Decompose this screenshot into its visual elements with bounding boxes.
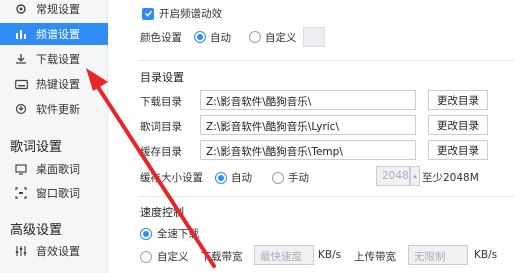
custom-speed-row: 自定义 下载带宽 — [140, 249, 243, 264]
lyric-dir-label-wrap: 歌词目录 — [140, 119, 182, 134]
sidebar-item-spectrum[interactable]: 频谱设置 — [0, 23, 108, 45]
change-download-dir-button[interactable]: 更改目录 — [428, 90, 488, 110]
cache-size-auto-radio[interactable] — [215, 171, 227, 184]
cache-size-spinner[interactable]: ▴ — [410, 166, 420, 186]
upload-bandwidth-input[interactable]: 无限制 — [408, 245, 468, 265]
download-bandwidth-label: 下载带宽 — [200, 251, 243, 263]
cache-size-row: 缓存大小设置 自动 手动 — [140, 170, 309, 185]
lyric-dir-label: 歌词目录 — [140, 121, 182, 133]
color-setting-label: 颜色设置 — [140, 31, 182, 44]
cache-size-auto-label: 自动 — [231, 172, 252, 184]
section-divider — [138, 60, 515, 61]
desktop-lyrics-icon — [14, 162, 28, 176]
keyboard-icon — [14, 77, 28, 91]
upload-bandwidth-label-wrap: 上传带宽 — [354, 249, 396, 264]
sidebar-item-label: 窗口歌词 — [36, 187, 80, 200]
color-setting-row: 颜色设置 自动 自定义 — [140, 27, 325, 47]
window-lyrics-icon — [14, 186, 28, 200]
color-swatch[interactable] — [302, 27, 325, 47]
color-auto-label: 自动 — [210, 31, 231, 44]
sidebar-item-update[interactable]: 软件更新 — [0, 98, 108, 120]
change-cache-dir-button[interactable]: 更改目录 — [428, 140, 488, 160]
sidebar-item-desktop-lyrics[interactable]: 桌面歌词 — [0, 158, 108, 180]
spinner-arrows-icon: ▴ — [413, 172, 417, 180]
color-custom-radio[interactable] — [249, 31, 261, 43]
color-auto-radio[interactable] — [194, 31, 206, 43]
gear-icon — [14, 2, 28, 16]
color-custom-label: 自定义 — [265, 31, 297, 44]
spectrum-icon — [14, 27, 28, 41]
enable-spectrum-label: 开启频谱动效 — [159, 8, 222, 20]
sidebar-item-label: 常规设置 — [36, 3, 80, 16]
equalizer-icon — [14, 244, 28, 258]
sidebar-item-download[interactable]: 下载设置 — [0, 48, 108, 70]
sidebar-item-label: 频谱设置 — [36, 28, 80, 41]
download-icon — [14, 52, 28, 66]
enable-spectrum-row: 开启频谱动效 — [142, 6, 222, 21]
full-speed-radio[interactable] — [140, 227, 152, 240]
full-speed-label: 全速下载 — [157, 228, 199, 240]
cache-size-manual-radio[interactable] — [272, 171, 284, 184]
download-bandwidth-unit: KB/s — [318, 249, 342, 261]
sidebar-item-sound-effects[interactable]: 音效设置 — [0, 240, 108, 262]
download-bandwidth-input[interactable]: 最快速度 — [254, 245, 314, 265]
full-speed-row: 全速下载 — [140, 226, 199, 241]
sidebar-item-label: 软件更新 — [36, 103, 80, 116]
sidebar-item-hotkey[interactable]: 热键设置 — [0, 73, 108, 95]
directory-section-title: 目录设置 — [140, 71, 184, 84]
settings-sidebar: 常规设置 频谱设置 下载设置 热键设置 软件更新 歌词设置 桌面歌词 窗口歌词 … — [0, 0, 108, 273]
cache-size-manual-label: 手动 — [288, 172, 309, 184]
sidebar-item-label: 音效设置 — [36, 245, 80, 258]
cache-dir-label-wrap: 缓存目录 — [140, 144, 182, 159]
change-lyric-dir-button[interactable]: 更改目录 — [428, 115, 488, 135]
sidebar-item-label: 热键设置 — [36, 78, 80, 91]
cache-dir-input[interactable]: Z:\影音软件\酷狗音乐\Temp\ — [200, 140, 416, 160]
sidebar-item-label: 下载设置 — [36, 53, 80, 66]
cache-size-label: 缓存大小设置 — [140, 172, 203, 184]
download-dir-label: 下载目录 — [140, 96, 182, 108]
download-dir-input[interactable]: Z:\影音软件\酷狗音乐\ — [200, 90, 416, 110]
cache-dir-label: 缓存目录 — [140, 146, 182, 158]
sidebar-item-window-lyrics[interactable]: 窗口歌词 — [0, 182, 108, 204]
custom-speed-radio[interactable] — [140, 250, 152, 263]
sidebar-item-general[interactable]: 常规设置 — [0, 0, 108, 20]
kbs-wrap-1: KB/s — [318, 249, 341, 261]
section-title-advanced: 高级设置 — [10, 223, 63, 238]
sidebar-item-label: 桌面歌词 — [36, 163, 80, 176]
cache-size-input[interactable]: 2048 — [376, 166, 410, 186]
cache-size-hint-wrap: 至少2048M — [422, 170, 479, 185]
lyric-dir-input[interactable]: Z:\影音软件\酷狗音乐\Lyric\ — [200, 115, 416, 135]
download-dir-label-wrap: 下载目录 — [140, 94, 182, 109]
speed-section-title: 速度控制 — [140, 206, 184, 219]
cache-size-hint: 至少2048M — [422, 172, 479, 184]
kbs-wrap-2: KB/s — [474, 249, 497, 261]
enable-spectrum-checkbox[interactable] — [142, 7, 154, 20]
section-title-lyrics: 歌词设置 — [10, 140, 63, 155]
upload-bandwidth-label: 上传带宽 — [354, 251, 396, 263]
custom-speed-label: 自定义 — [157, 251, 189, 263]
update-icon — [14, 102, 28, 116]
section-divider — [138, 196, 515, 197]
upload-bandwidth-unit: KB/s — [474, 249, 498, 261]
settings-content: 开启频谱动效 颜色设置 自动 自定义 目录设置 下载目录 Z:\影音软件\酷狗音… — [118, 0, 527, 273]
